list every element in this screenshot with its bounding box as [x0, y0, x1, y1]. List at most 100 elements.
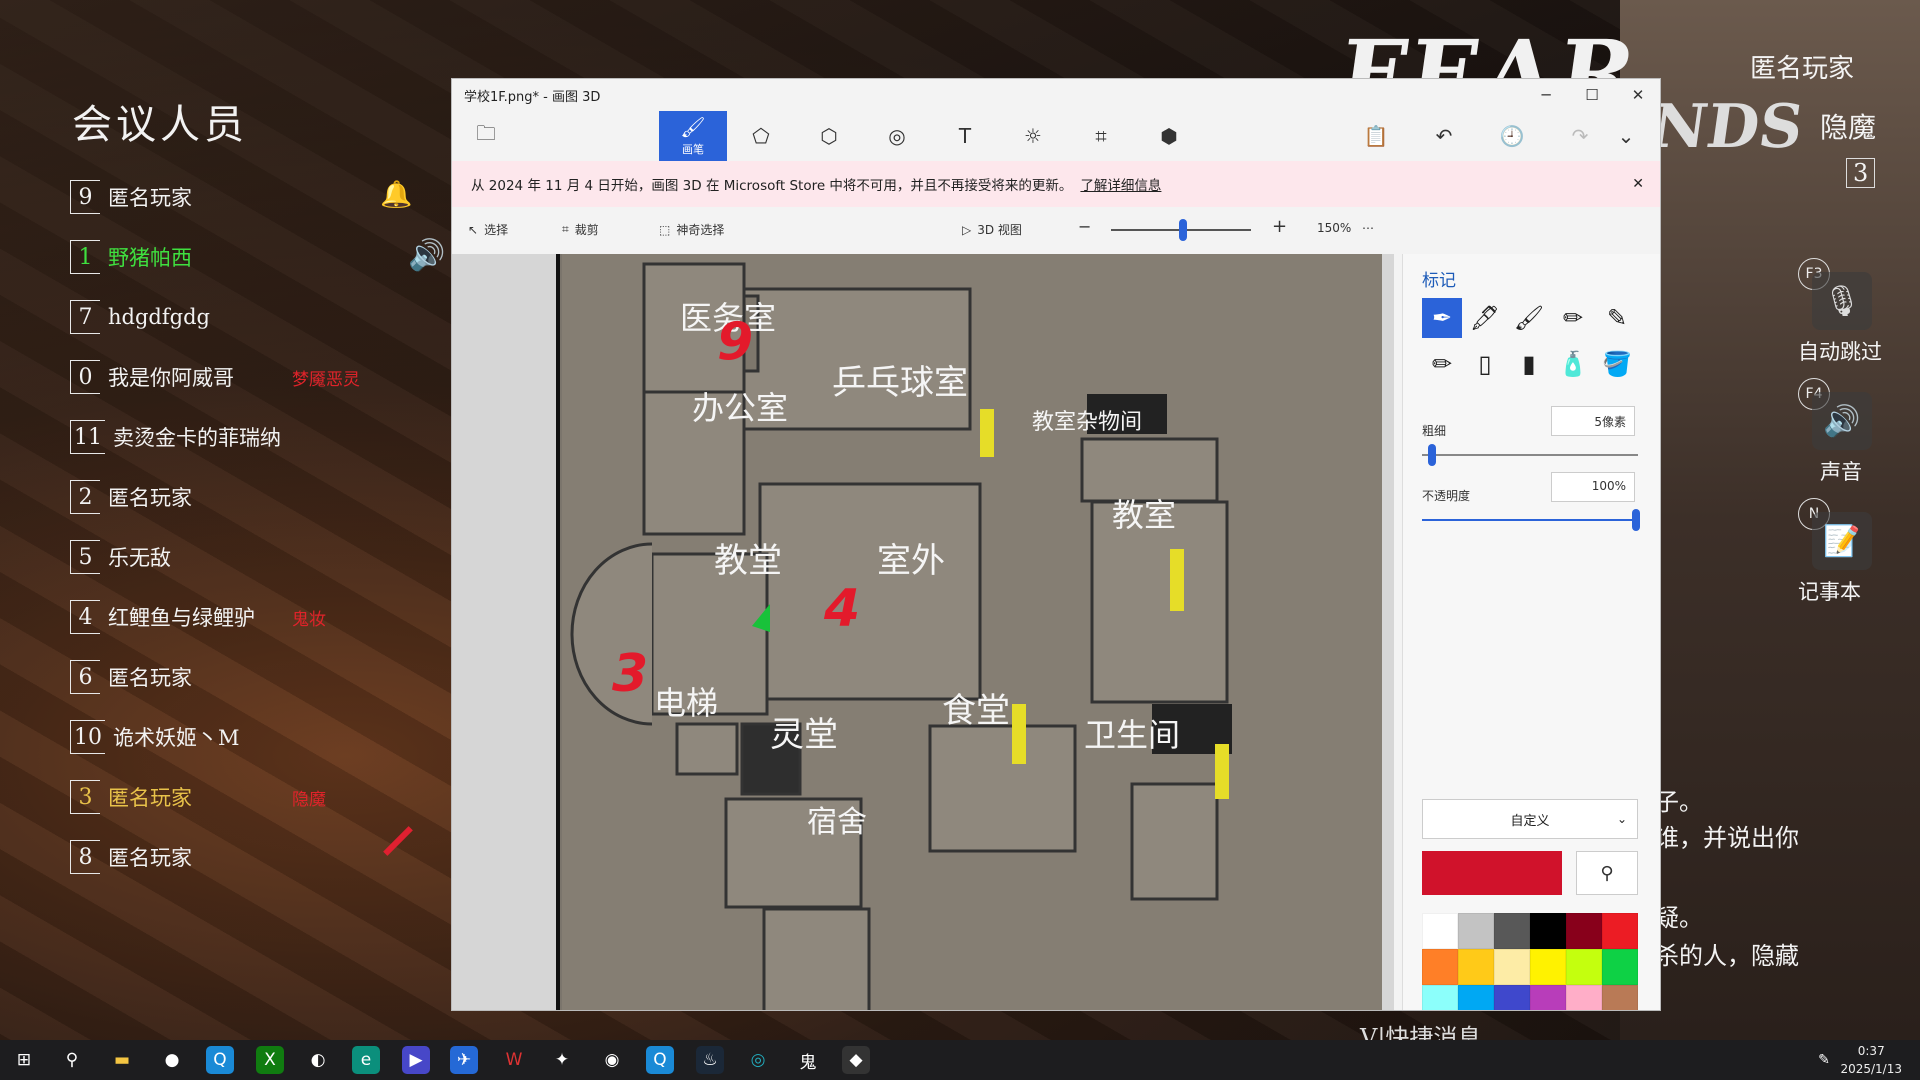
crop-tool[interactable]: ⌗ 裁剪 — [562, 221, 599, 238]
oil-brush[interactable]: 🖌 — [1509, 298, 1549, 338]
palette-swatch[interactable] — [1494, 913, 1530, 949]
edge-icon[interactable]: e — [352, 1046, 380, 1074]
zoom-slider-thumb[interactable] — [1179, 219, 1187, 241]
paste-icon[interactable]: 📋 — [1342, 111, 1410, 161]
3d-library-icon[interactable]: ⬢ — [1135, 111, 1203, 161]
thickness-slider-thumb[interactable] — [1428, 444, 1436, 466]
system-clock[interactable]: 0:37 2025/1/13 — [1840, 1042, 1902, 1078]
app-icon-3[interactable]: ✦ — [548, 1046, 576, 1074]
video-app-icon[interactable]: ▶ — [402, 1046, 430, 1074]
app-icon-1[interactable]: ◐ — [304, 1046, 332, 1074]
eyedropper-icon[interactable]: ⚲ — [1576, 851, 1638, 895]
palette-swatch[interactable] — [1566, 913, 1602, 949]
effects-icon[interactable]: ☼ — [999, 111, 1067, 161]
speaker-icon[interactable]: 🔊 — [1812, 392, 1872, 450]
pencil-brush[interactable]: ✏ — [1422, 344, 1462, 384]
select-tool[interactable]: ↖ 选择 — [468, 221, 508, 238]
3d-view-toggle[interactable]: ▷ 3D 视图 — [962, 221, 1022, 238]
more-options-icon[interactable]: ⋯ — [1362, 221, 1374, 235]
search-icon[interactable]: ⚲ — [58, 1046, 86, 1074]
browser-icon[interactable]: Q — [206, 1046, 234, 1074]
maximize-button[interactable]: ☐ — [1569, 79, 1615, 111]
player-row[interactable]: 0 我是你阿威哥 梦魇恶灵 — [70, 358, 360, 396]
player-row[interactable]: 4 红鲤鱼与绿鲤驴 鬼妆 — [70, 598, 326, 636]
game-icon[interactable]: 鬼 — [794, 1046, 822, 1074]
2d-shapes-icon[interactable]: ⬠ — [727, 111, 795, 161]
menu-folder-icon[interactable]: 🗀 — [452, 111, 520, 161]
calligraphy-pen[interactable]: 🖋 — [1465, 298, 1505, 338]
3d-shapes-icon[interactable]: ⬡ — [795, 111, 863, 161]
player-row[interactable]: 1 野猪帕西 — [70, 238, 192, 276]
history-icon[interactable]: 🕘 — [1478, 111, 1546, 161]
crayon-brush[interactable]: ▮ — [1509, 344, 1549, 384]
palette-swatch[interactable] — [1458, 913, 1494, 949]
opacity-slider[interactable] — [1422, 519, 1638, 521]
xbox-icon[interactable]: X — [256, 1046, 284, 1074]
player-row[interactable]: 7 hdgdfgdg — [70, 298, 210, 336]
watercolor-brush[interactable]: ✏ — [1553, 298, 1593, 338]
player-row[interactable]: 9 匿名玩家 — [70, 178, 192, 216]
eraser-brush[interactable]: ▯ — [1465, 344, 1505, 384]
opacity-slider-thumb[interactable] — [1632, 509, 1640, 531]
app-icon-5[interactable]: ◎ — [744, 1046, 772, 1074]
palette-swatch[interactable] — [1566, 985, 1602, 1010]
bell-icon[interactable]: 🔔 — [380, 180, 412, 210]
magic-select-tool[interactable]: ⬚ 神奇选择 — [659, 221, 724, 238]
file-explorer-icon[interactable]: ▬ — [108, 1046, 136, 1074]
learn-more-link[interactable]: 了解详细信息 — [1080, 174, 1161, 194]
player-row[interactable]: 11 卖烫金卡的菲瑞纳 — [70, 418, 281, 456]
windows-start-icon[interactable]: ⊞ — [10, 1046, 38, 1074]
text-tool-icon[interactable]: T — [931, 111, 999, 161]
palette-swatch[interactable] — [1602, 913, 1638, 949]
undo-icon[interactable]: ↶ — [1410, 111, 1478, 161]
zoom-in-button[interactable]: + — [1272, 216, 1287, 237]
canvas-crop-icon[interactable]: ⌗ — [1067, 111, 1135, 161]
tray-pen-icon[interactable]: ✎ — [1810, 1046, 1838, 1074]
app-icon-4[interactable]: ◉ — [598, 1046, 626, 1074]
stickers-icon[interactable]: ◎ — [863, 111, 931, 161]
player-row[interactable]: 3 匿名玩家 隐魔 — [70, 778, 326, 816]
player-row[interactable]: 5 乐无敌 — [70, 538, 171, 576]
player-row[interactable]: 2 匿名玩家 — [70, 478, 192, 516]
spray-can[interactable]: 🧴 — [1553, 344, 1593, 384]
qq-icon[interactable]: ● — [158, 1046, 186, 1074]
zoom-out-button[interactable]: − — [1078, 217, 1091, 236]
palette-swatch[interactable] — [1530, 985, 1566, 1010]
app-icon-2[interactable]: ✈ — [450, 1046, 478, 1074]
thickness-slider[interactable] — [1422, 454, 1638, 456]
fill-bucket[interactable]: 🪣 — [1597, 344, 1637, 384]
palette-swatch[interactable] — [1602, 985, 1638, 1010]
thickness-input[interactable]: 5像素 — [1551, 406, 1635, 436]
close-button[interactable]: ✕ — [1615, 79, 1660, 111]
palette-swatch[interactable] — [1530, 949, 1566, 985]
palette-swatch[interactable] — [1458, 949, 1494, 985]
palette-swatch[interactable] — [1422, 985, 1458, 1010]
player-row[interactable]: 6 匿名玩家 — [70, 658, 192, 696]
opacity-input[interactable]: 100% — [1551, 472, 1635, 502]
player-row[interactable]: 8 匿名玩家 — [70, 838, 192, 876]
palette-swatch[interactable] — [1566, 949, 1602, 985]
mic-off-icon[interactable]: 🎙 — [1812, 272, 1872, 330]
browser-icon-2[interactable]: Q — [646, 1046, 674, 1074]
palette-swatch[interactable] — [1602, 949, 1638, 985]
palette-swatch[interactable] — [1530, 913, 1566, 949]
palette-swatch[interactable] — [1494, 949, 1530, 985]
floor-map[interactable]: 医务室办公室乒乓球室教室杂物间教室教堂 室外电梯灵堂食堂卫生间宿舍 943 — [452, 254, 1394, 1011]
speaker-icon[interactable]: 🔊 — [408, 238, 445, 273]
steam-icon[interactable]: ♨ — [696, 1046, 724, 1074]
palette-swatch[interactable] — [1422, 949, 1458, 985]
palette-swatch[interactable] — [1458, 985, 1494, 1010]
minimize-button[interactable]: ─ — [1523, 79, 1569, 111]
drawing-canvas[interactable]: 医务室 办公室 乒乓球室 教室杂物间 教室 教堂 室外 电梯 灵堂 食堂 卫生间 宿舍 943 — [452, 254, 1394, 1011]
wps-icon[interactable]: W — [500, 1046, 528, 1074]
paint3d-taskbar-icon[interactable]: ◆ — [842, 1046, 870, 1074]
current-color-swatch[interactable] — [1422, 851, 1562, 895]
notice-close-icon[interactable]: ✕ — [1632, 176, 1644, 192]
player-row[interactable]: 10 诡术妖姬丶M — [70, 718, 240, 756]
notepad-icon[interactable]: 📝 — [1812, 512, 1872, 570]
palette-swatch[interactable] — [1494, 985, 1530, 1010]
expand-chevron-icon[interactable]: ⌄ — [1592, 111, 1660, 161]
brushes-tool[interactable]: 🖌 画笔 — [659, 111, 727, 161]
pixel-pen[interactable]: ✎ — [1597, 298, 1637, 338]
marker-brush[interactable]: ✒ — [1422, 298, 1462, 338]
